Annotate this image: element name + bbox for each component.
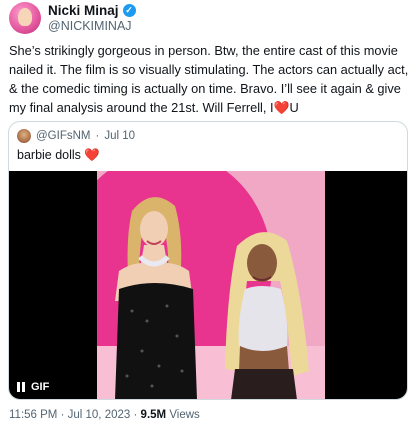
quote-text: barbie dolls ❤️ bbox=[17, 148, 100, 163]
author-handle[interactable]: @NICKIMINAJ bbox=[48, 19, 132, 33]
quote-handle[interactable]: @GIFsNM bbox=[36, 130, 90, 142]
views-count: 9.5M bbox=[140, 409, 167, 421]
author-name-row: Nicki Minaj ✓ bbox=[48, 3, 136, 18]
quote-text-main: barbie dolls bbox=[17, 148, 81, 162]
tweet-date[interactable]: Jul 10, 2023 bbox=[68, 409, 131, 421]
tweet-metadata: 11:56 PM · Jul 10, 2023 · 9.5M Views bbox=[9, 409, 200, 421]
tweet-text-tail: U bbox=[289, 100, 299, 115]
views-label: Views bbox=[169, 409, 200, 421]
quoted-tweet[interactable]: @GIFsNM · Jul 10 barbie dolls ❤️ GIF bbox=[8, 121, 408, 400]
verified-badge-icon: ✓ bbox=[122, 4, 136, 17]
meta-separator: · bbox=[60, 409, 65, 421]
gif-figures-illustration bbox=[115, 197, 309, 399]
quote-avatar[interactable] bbox=[17, 129, 31, 143]
quote-header: @GIFsNM · Jul 10 bbox=[17, 129, 135, 143]
gif-label: GIF bbox=[31, 381, 50, 393]
author-avatar[interactable] bbox=[9, 2, 41, 34]
tweet-text-main: She’s strikingly gorgeous in person. Btw… bbox=[9, 43, 409, 115]
gif-frame-image bbox=[97, 171, 325, 399]
quote-date[interactable]: Jul 10 bbox=[104, 130, 135, 142]
author-name[interactable]: Nicki Minaj bbox=[48, 3, 119, 18]
meta-separator: · bbox=[133, 409, 138, 421]
tweet-text: She’s strikingly gorgeous in person. Btw… bbox=[9, 41, 409, 117]
quote-separator: · bbox=[95, 130, 100, 142]
gif-badge[interactable]: GIF bbox=[17, 381, 49, 393]
pause-icon[interactable] bbox=[17, 382, 25, 392]
gif-media[interactable]: GIF bbox=[9, 171, 407, 399]
heart-emoji-icon: ❤️ bbox=[273, 100, 290, 115]
tweet-time[interactable]: 11:56 PM bbox=[9, 409, 57, 421]
quote-heart-emoji-icon: ❤️ bbox=[84, 148, 100, 162]
